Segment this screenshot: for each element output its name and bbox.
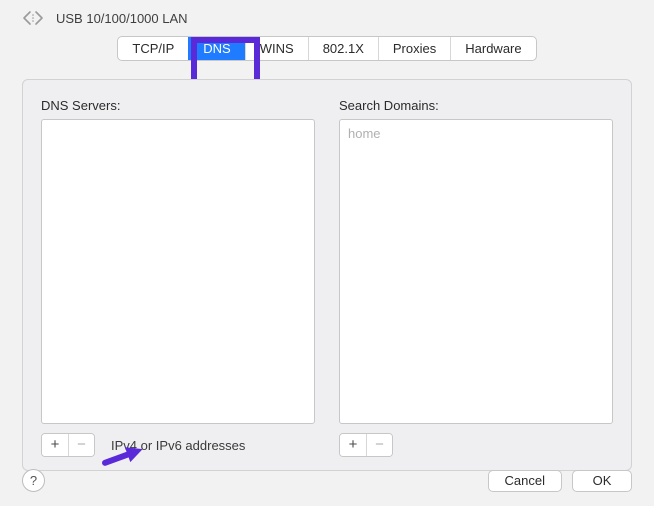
search-domains-placeholder: home: [348, 126, 381, 141]
dns-servers-list[interactable]: [41, 119, 315, 424]
footer-row: ? Cancel OK: [0, 469, 654, 492]
help-icon: ?: [30, 473, 37, 488]
dns-helper-text: IPv4 or IPv6 addresses: [111, 438, 245, 453]
page-title: USB 10/100/1000 LAN: [56, 11, 188, 26]
tab-hardware[interactable]: Hardware: [450, 37, 535, 60]
search-domains-list[interactable]: home: [339, 119, 613, 424]
tab-proxies[interactable]: Proxies: [378, 37, 450, 60]
search-domains-heading: Search Domains:: [339, 98, 613, 113]
tab-wins[interactable]: WINS: [245, 37, 308, 60]
titlebar: USB 10/100/1000 LAN: [0, 0, 654, 32]
settings-panel: DNS Servers: + − IPv4 or IPv6 addresses …: [22, 79, 632, 471]
cancel-button[interactable]: Cancel: [488, 470, 562, 492]
tab-bar: TCP/IP DNS WINS 802.1X Proxies Hardware: [0, 36, 654, 61]
tab-8021x[interactable]: 802.1X: [308, 37, 378, 60]
dns-remove-button[interactable]: −: [68, 434, 94, 456]
help-button[interactable]: ?: [22, 469, 45, 492]
searchdom-add-button[interactable]: +: [340, 434, 366, 456]
dns-servers-heading: DNS Servers:: [41, 98, 315, 113]
tab-dns[interactable]: DNS: [188, 37, 244, 60]
dns-add-button[interactable]: +: [42, 434, 68, 456]
back-icon[interactable]: [22, 10, 46, 26]
tab-tcpip[interactable]: TCP/IP: [118, 37, 188, 60]
searchdom-remove-button[interactable]: −: [366, 434, 392, 456]
ok-button[interactable]: OK: [572, 470, 632, 492]
search-domains-column: Search Domains: home + −: [339, 98, 613, 456]
dns-servers-column: DNS Servers: + − IPv4 or IPv6 addresses: [41, 98, 315, 456]
